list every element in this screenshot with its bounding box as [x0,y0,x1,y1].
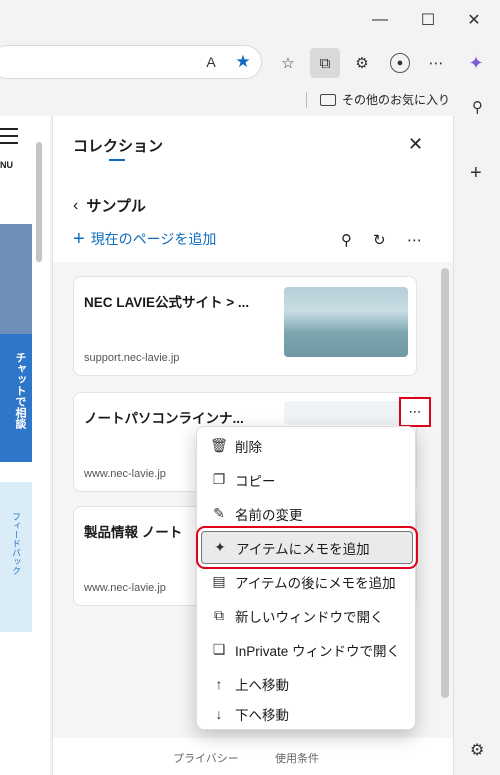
menu-item-open-inprivate[interactable]: ❏ InPrivate ウィンドウで開く [201,633,413,666]
refresh-icon[interactable]: ↻ [373,231,386,249]
profile-avatar-icon[interactable]: ● [390,53,410,73]
edge-sidebar: ⚲ + ⚙ [458,99,500,775]
other-favorites-label: その他のお気に入り [342,93,451,107]
chevron-left-icon: ‹ [73,196,79,214]
menu-item-delete[interactable]: 🗑 削除 [201,429,413,462]
copilot-icon[interactable]: ✦ [464,52,488,74]
browser-toolbar: A ★ ☆ ⧉ ⚙ ● ⋯ ✦ [0,42,500,84]
maximize-button[interactable]: ☐ [414,8,442,32]
item-title: ノートパソコンラインナ... [84,411,244,426]
collection-more-icon[interactable]: ⋯ [407,231,422,249]
menu-item-copy[interactable]: ❐ コピー [201,463,413,496]
favorites-bar: その他のお気に入り [0,84,460,116]
other-favorites-folder[interactable]: その他のお気に入り [320,91,450,108]
new-window-icon: ⧉ [214,607,224,623]
menu-item-add-note-after[interactable]: ▤ アイテムの後にメモを追加 [201,565,413,598]
feedback-button[interactable]: フィードバック [0,482,32,632]
item-context-menu: 🗑 削除 ❐ コピー ✎ 名前の変更 ✦ アイテムにメモを追加 ▤ アイテムの後… [196,426,418,730]
arrow-up-icon: ↑ [215,675,223,692]
plus-icon: + [73,228,85,250]
web-page-content: NU チャットで相談 フィードバック [0,116,50,775]
back-to-collections[interactable]: ‹ サンプル [73,195,146,216]
favorite-star-icon[interactable]: ★ [231,51,255,73]
item-title: 製品情報 ノート [84,525,183,540]
menu-item-open-new-window[interactable]: ⧉ 新しいウィンドウで開く [201,599,413,632]
address-bar[interactable]: A ★ [0,45,262,79]
menu-label: NU [0,160,13,170]
page-scrollbar-thumb[interactable] [36,142,42,262]
collections-icon[interactable]: ⧉ [310,48,340,78]
add-current-page-button[interactable]: + 現在のページを追加 [73,229,216,249]
pencil-icon: ✎ [213,505,225,521]
trash-icon: 🗑 [210,437,228,453]
menu-item-move-up[interactable]: ↑ 上へ移動 [201,667,413,700]
close-pane-icon[interactable]: ✕ [408,134,423,155]
search-icon[interactable]: ⚲ [472,98,483,116]
note-add-icon: ✦ [214,539,226,555]
collections-footer: プライバシー 使用条件 [53,738,453,775]
collection-item[interactable]: NEC LAVIE公式サイト > ... support.nec-lavie.j… [73,276,417,376]
add-current-page-label: 現在のページを追加 [90,231,217,247]
minimize-button[interactable]: — [366,8,394,32]
item-more-options-button[interactable]: ⋯ [399,397,431,427]
note-after-icon: ▤ [212,573,226,589]
read-aloud-icon[interactable]: A [199,51,223,73]
collections-scrollbar-thumb[interactable] [441,268,449,698]
menu-item-rename[interactable]: ✎ 名前の変更 [201,497,413,530]
collection-name: サンプル [86,198,146,215]
menu-item-add-note-to-item[interactable]: ✦ アイテムにメモを追加 [196,526,418,569]
extensions-icon[interactable]: ⚙ [350,52,374,74]
favorites-icon[interactable]: ☆ [276,52,300,74]
item-url: www.nec-lavie.jp [84,582,166,594]
add-sidebar-app-icon[interactable]: + [470,162,482,185]
hero-image [0,224,32,334]
chat-consult-button[interactable]: チャットで相談 [0,334,32,462]
item-thumbnail [284,287,408,357]
menu-item-move-down[interactable]: ↓ 下へ移動 [201,697,413,730]
collections-title: コレクション [73,138,164,155]
item-url: support.nec-lavie.jp [84,352,180,364]
close-window-button[interactable]: ✕ [460,8,488,32]
inprivate-icon: ❏ [212,641,226,657]
item-thumbnail [284,401,408,425]
search-collection-icon[interactable]: ⚲ [341,231,352,249]
settings-gear-icon[interactable]: ⚙ [470,740,484,760]
arrow-down-icon: ↓ [215,705,223,722]
terms-link[interactable]: 使用条件 [275,750,319,766]
title-underline [109,159,125,161]
item-title: NEC LAVIE公式サイト > ... [84,295,250,310]
folder-icon [320,93,336,106]
title-bar: — ☐ ✕ [0,0,500,42]
more-menu-icon[interactable]: ⋯ [424,52,448,74]
hamburger-menu-icon[interactable] [0,128,20,149]
copy-icon: ❐ [212,471,226,487]
item-url: www.nec-lavie.jp [84,468,166,480]
privacy-link[interactable]: プライバシー [173,750,239,766]
favorites-divider [306,92,307,108]
